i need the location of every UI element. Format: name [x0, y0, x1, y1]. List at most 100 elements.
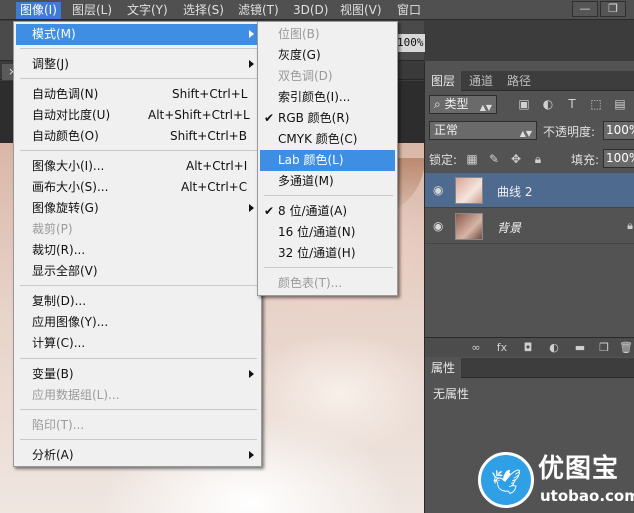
new-adjustment-icon[interactable]: ◐: [547, 341, 561, 355]
lock-transparent-icon[interactable]: ▦: [465, 152, 479, 166]
fill-field[interactable]: 100%: [603, 149, 634, 168]
menu-bar: 图像(I) 图层(L) 文字(Y) 选择(S) 滤镜(T) 3D(D) 视图(V…: [0, 0, 634, 20]
lock-all-icon[interactable]: 🔒︎: [531, 152, 545, 166]
menu-item-adjustments[interactable]: 调整(J): [16, 54, 259, 75]
mode-cmyk-color[interactable]: CMYK 颜色(C): [260, 129, 395, 150]
menu-select[interactable]: 选择(S): [179, 2, 228, 19]
menu-separator: [264, 195, 393, 196]
checkmark-icon: ✔: [264, 204, 275, 218]
layers-panel-tabs: 图层 通道 路径: [425, 71, 634, 91]
add-mask-icon[interactable]: ◘: [521, 341, 535, 355]
layer-thumbnail: [455, 213, 483, 240]
menu-view[interactable]: 视图(V): [336, 2, 386, 19]
submenu-arrow-icon: [249, 451, 254, 459]
mode-grayscale[interactable]: 灰度(G): [260, 45, 395, 66]
lock-icon: 🔒︎: [627, 219, 633, 232]
watermark-en: utobao.com: [540, 487, 634, 505]
shape-filter-icon[interactable]: ⬚: [589, 97, 603, 111]
watermark-logo: 🕊︎ 优图宝 utobao.com: [478, 452, 634, 513]
layer-thumbnail: [455, 177, 483, 204]
tab-layers[interactable]: 图层: [425, 71, 462, 91]
menu-3d[interactable]: 3D(D): [289, 2, 332, 19]
menu-image[interactable]: 图像(I): [16, 2, 61, 19]
image-menu: 模式(M) 调整(J) 自动色调(N) Shift+Ctrl+L 自动对比度(U…: [13, 21, 262, 467]
tab-properties[interactable]: 属性: [425, 358, 462, 378]
menu-filter[interactable]: 滤镜(T): [234, 2, 283, 19]
chevron-down-icon: ▲▼: [479, 103, 492, 112]
mode-multichannel[interactable]: 多通道(M): [260, 171, 395, 192]
mode-32bit[interactable]: 32 位/通道(H): [260, 243, 395, 264]
new-layer-icon[interactable]: ❐: [597, 341, 611, 355]
layers-footer: ∞ fx ◘ ◐ ▬ ❐ 🗑︎: [425, 337, 634, 357]
menu-item-apply-data-set: 应用数据组(L)...: [32, 388, 120, 402]
menu-item-analysis[interactable]: 分析(A): [16, 445, 259, 466]
right-panel: 图层 通道 路径 ⌕ 类型 ▲▼ ▣ ◐ T ⬚ ▤ 正常 ▲▼ 不透明度: 1…: [424, 61, 634, 513]
tab-paths[interactable]: 路径: [501, 71, 537, 91]
mode-color-table: 颜色表(T)...: [278, 276, 343, 290]
menu-item-calculations[interactable]: 计算(C)...: [16, 333, 259, 354]
menu-item-trim[interactable]: 裁切(R)...: [16, 240, 259, 261]
search-icon: ⌕: [434, 97, 445, 111]
tab-channels[interactable]: 通道: [463, 71, 499, 91]
checkmark-icon: ✔: [264, 111, 275, 125]
mode-16bit[interactable]: 16 位/通道(N): [260, 222, 395, 243]
menu-item-image-size[interactable]: 图像大小(I)... Alt+Ctrl+I: [16, 156, 259, 177]
menu-separator: [20, 48, 257, 49]
lock-brush-icon[interactable]: ✎: [487, 152, 501, 166]
mode-duotone: 双色调(D): [278, 69, 333, 83]
menu-item-crop: 裁剪(P): [32, 222, 73, 236]
blend-mode-select[interactable]: 正常 ▲▼: [429, 121, 537, 140]
restore-button[interactable]: ❐: [600, 1, 626, 17]
menu-window[interactable]: 窗口: [393, 2, 425, 19]
menu-item-image-rotation[interactable]: 图像旋转(G): [16, 198, 259, 219]
no-properties-text: 无属性: [433, 387, 470, 401]
mode-indexed-color[interactable]: 索引颜色(I)...: [260, 87, 395, 108]
submenu-arrow-icon: [249, 370, 254, 378]
watermark-cn: 优图宝: [538, 454, 620, 484]
mode-lab-color[interactable]: Lab 颜色(L): [260, 150, 395, 171]
menu-item-auto-contrast[interactable]: 自动对比度(U) Alt+Shift+Ctrl+L: [16, 105, 259, 126]
menu-item-apply-image[interactable]: 应用图像(Y)...: [16, 312, 259, 333]
menu-item-variables[interactable]: 变量(B): [16, 364, 259, 385]
menu-separator: [20, 439, 257, 440]
menu-item-auto-color[interactable]: 自动颜色(O) Shift+Ctrl+B: [16, 126, 259, 147]
new-group-icon[interactable]: ▬: [573, 341, 587, 355]
mode-submenu: 位图(B) 灰度(G) 双色调(D) 索引颜色(I)... ✔ RGB 颜色(R…: [257, 21, 398, 296]
menu-item-duplicate[interactable]: 复制(D)...: [16, 291, 259, 312]
type-filter-icon[interactable]: T: [565, 97, 579, 111]
submenu-arrow-icon: [249, 204, 254, 212]
fill-label: 填充:: [571, 153, 600, 167]
visibility-eye-icon[interactable]: ◉: [433, 183, 443, 197]
menu-item-canvas-size[interactable]: 画布大小(S)... Alt+Ctrl+C: [16, 177, 259, 198]
fx-icon[interactable]: fx: [495, 341, 509, 355]
submenu-arrow-icon: [249, 30, 254, 38]
layer-row-curves-2[interactable]: ◉ 曲线 2: [425, 173, 634, 208]
layer-row-background[interactable]: ◉ 背景 🔒︎: [425, 209, 634, 244]
adjustment-filter-icon[interactable]: ◐: [541, 97, 555, 111]
menu-separator: [264, 267, 393, 268]
zoom-field[interactable]: 100%: [395, 34, 425, 52]
mode-8bit[interactable]: ✔ 8 位/通道(A): [260, 201, 395, 222]
layer-filter-select[interactable]: ⌕ 类型 ▲▼: [429, 95, 497, 114]
menu-separator: [20, 358, 257, 359]
menu-item-mode[interactable]: 模式(M): [16, 24, 259, 45]
image-filter-icon[interactable]: ▣: [517, 97, 531, 111]
bird-logo-icon: 🕊︎: [478, 452, 534, 508]
menu-item-auto-tone[interactable]: 自动色调(N) Shift+Ctrl+L: [16, 84, 259, 105]
smart-object-filter-icon[interactable]: ▤: [613, 97, 627, 111]
layer-filter-row: ⌕ 类型 ▲▼ ▣ ◐ T ⬚ ▤: [425, 92, 634, 116]
properties-tab-strip: 属性: [425, 358, 634, 378]
menu-item-trap: 陷印(T)...: [32, 418, 85, 432]
lock-move-icon[interactable]: ✥: [509, 152, 523, 166]
menu-separator: [20, 150, 257, 151]
menu-separator: [20, 285, 257, 286]
minimize-button[interactable]: —: [572, 1, 598, 17]
mode-rgb-color[interactable]: ✔ RGB 颜色(R): [260, 108, 395, 129]
link-layers-icon[interactable]: ∞: [469, 341, 483, 355]
visibility-eye-icon[interactable]: ◉: [433, 219, 443, 233]
delete-layer-icon[interactable]: 🗑︎: [619, 341, 633, 355]
menu-item-reveal-all[interactable]: 显示全部(V): [16, 261, 259, 282]
opacity-field[interactable]: 100%: [603, 121, 634, 140]
menu-layer[interactable]: 图层(L): [68, 2, 116, 19]
menu-type[interactable]: 文字(Y): [123, 2, 172, 19]
